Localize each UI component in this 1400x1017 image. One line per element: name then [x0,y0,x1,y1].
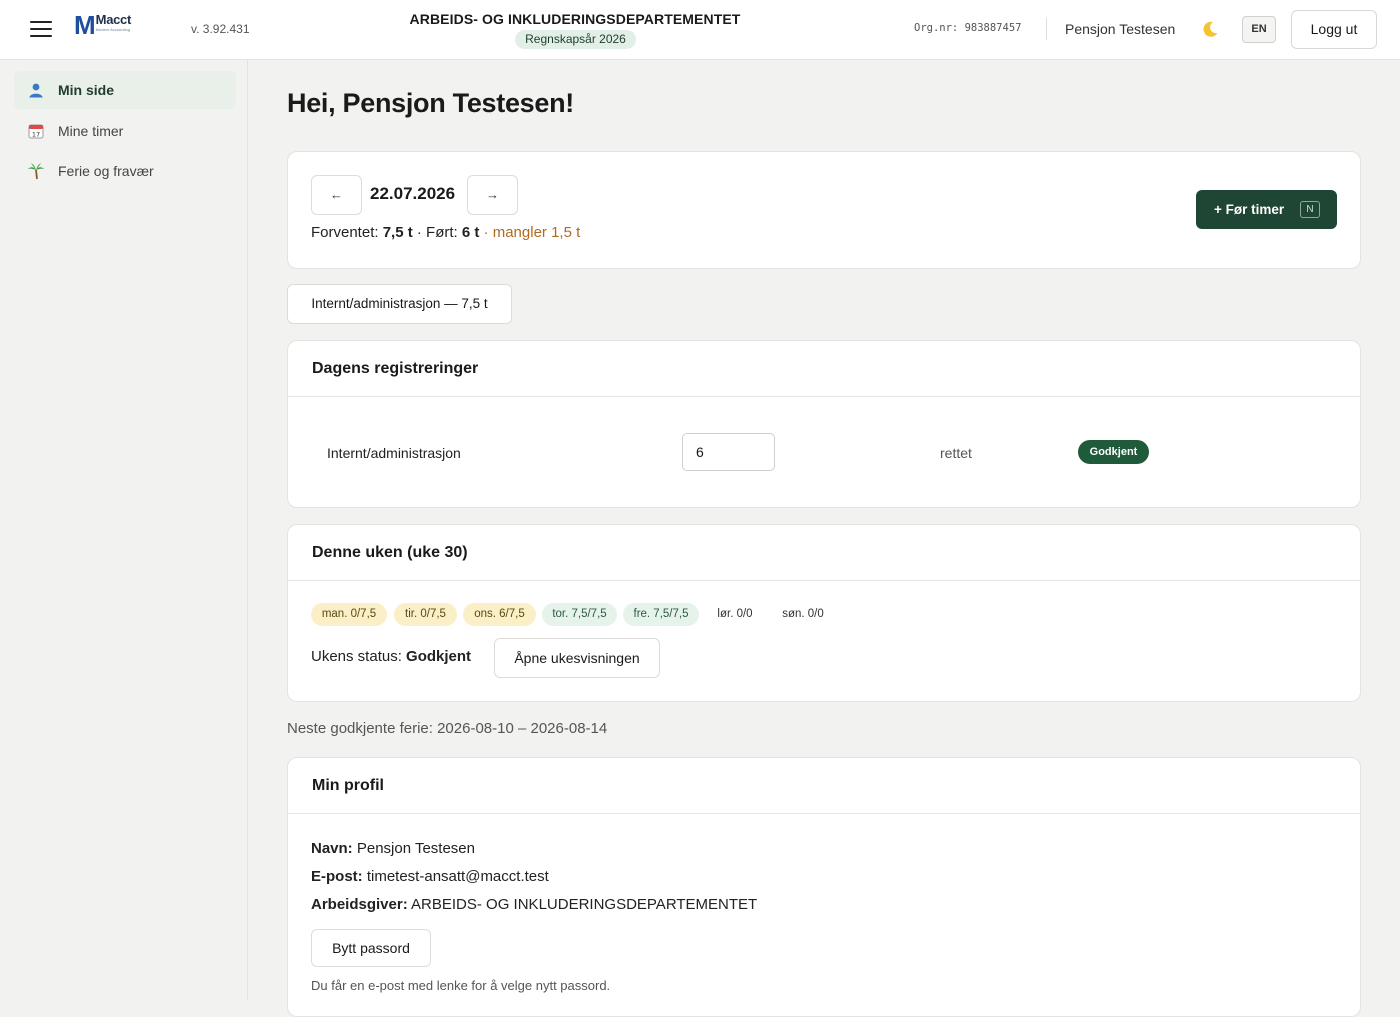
day-pill-mon[interactable]: man. 0/7,5 [311,603,387,626]
week-status: Ukens status: Godkjent [311,648,471,665]
profile-employer-value: ARBEIDS- OG INKLUDERINGSDEPARTEMENTET [407,896,758,913]
log-hours-button[interactable]: + Før timer N [1196,190,1337,229]
current-date: 22.07.2026 [370,184,456,203]
week-title: Denne uken (uke 30) [288,525,1360,581]
day-pill-fri[interactable]: fre. 7,5/7,5 [623,603,699,626]
registration-hours-input[interactable] [682,433,775,471]
day-pill-wed[interactable]: ons. 6/7,5 [463,603,536,626]
sidebar-item-label: Min side [58,82,115,98]
profile-email: E-post: timetest-ansatt@macct.test [311,868,549,885]
sidebar: Min side 17 Mine timer Ferie og fravær [0,60,248,1000]
password-note: Du får en e-post med lenke for å velge n… [311,978,611,993]
open-week-view-button[interactable]: Åpne ukesvisningen [494,638,660,678]
profile-email-label: E-post: [311,868,363,885]
day-pill-tue[interactable]: tir. 0/7,5 [394,603,457,626]
week-card: Denne uken (uke 30) man. 0/7,5 tir. 0/7,… [287,524,1361,702]
profile-name: Navn: Pensjon Testesen [311,840,475,857]
sidebar-item-label: Ferie og fravær [58,163,154,179]
keyboard-shortcut-badge: N [1300,201,1320,218]
profile-name-value: Pensjon Testesen [352,840,475,857]
logout-button[interactable]: Logg ut [1291,10,1377,49]
sidebar-item-ferie-og-fravaer[interactable]: Ferie og fravær [14,152,236,190]
registrations-title: Dagens registreringer [288,341,1360,397]
user-name: Pensjon Testesen [1065,21,1176,37]
registrations-card: Dagens registreringer Internt/administra… [287,340,1361,508]
calendar-icon: 17 [26,121,46,141]
previous-day-button[interactable]: ← [311,175,362,215]
day-summary-card: ← 22.07.2026 → Forventet: 7,5 t · Ført: … [287,151,1361,269]
page-title: Hei, Pensjon Testesen! [287,88,574,118]
approved-badge: Godkjent [1078,440,1149,464]
fiscal-year-badge: Regnskapsår 2026 [515,30,636,49]
logo-subtitle: Modern Accounting [95,27,130,32]
project-tab[interactable]: Internt/administrasjon — 7,5 t [287,284,512,324]
sidebar-item-mine-timer[interactable]: 17 Mine timer [14,112,236,150]
registration-project: Internt/administrasjon [327,445,461,461]
user-icon [26,80,46,100]
expected-label: Forventet: [311,224,383,241]
day-pill-sun[interactable]: søn. 0/0 [772,603,834,626]
next-day-button[interactable]: → [467,175,518,215]
profile-employer: Arbeidsgiver: ARBEIDS- OG INKLUDERINGSDE… [311,896,757,913]
header-divider [1046,18,1047,40]
profile-email-value: timetest-ansatt@macct.test [362,868,549,885]
language-button[interactable]: EN [1242,16,1276,43]
profile-card: Min profil Navn: Pensjon Testesen E-post… [287,757,1361,1017]
next-vacation-text: Neste godkjente ferie: 2026-08-10 – 2026… [287,720,608,737]
day-pill-thu[interactable]: tor. 7,5/7,5 [542,603,617,626]
org-number: Org.nr: 983887457 [914,22,1022,34]
log-hours-label: + Før timer [1214,202,1285,217]
registration-status: rettet [940,445,972,461]
logged-label: · Ført: [412,224,462,241]
week-status-label: Ukens status: [311,648,407,665]
day-pill-sat[interactable]: lør. 0/0 [707,603,763,626]
logged-hours: 6 t [461,224,480,241]
profile-employer-label: Arbeidsgiver: [311,896,408,913]
top-bar: M Macct Modern Accounting v. 3.92.431 AR… [0,0,1400,60]
expected-hours: 7,5 t [382,224,413,241]
profile-name-label: Navn: [311,840,353,857]
sidebar-item-min-side[interactable]: Min side [14,71,236,109]
dark-mode-toggle-icon[interactable] [1199,18,1221,40]
hours-summary: Forventet: 7,5 t · Ført: 6 t · mangler 1… [311,224,580,241]
svg-text:17: 17 [32,131,40,139]
sidebar-item-label: Mine timer [58,123,124,139]
week-status-value: Godkjent [406,648,472,665]
missing-hours: · mangler 1,5 t [479,224,581,241]
palm-tree-icon [26,161,46,181]
profile-title: Min profil [288,758,1360,814]
change-password-button[interactable]: Bytt passord [311,929,431,967]
